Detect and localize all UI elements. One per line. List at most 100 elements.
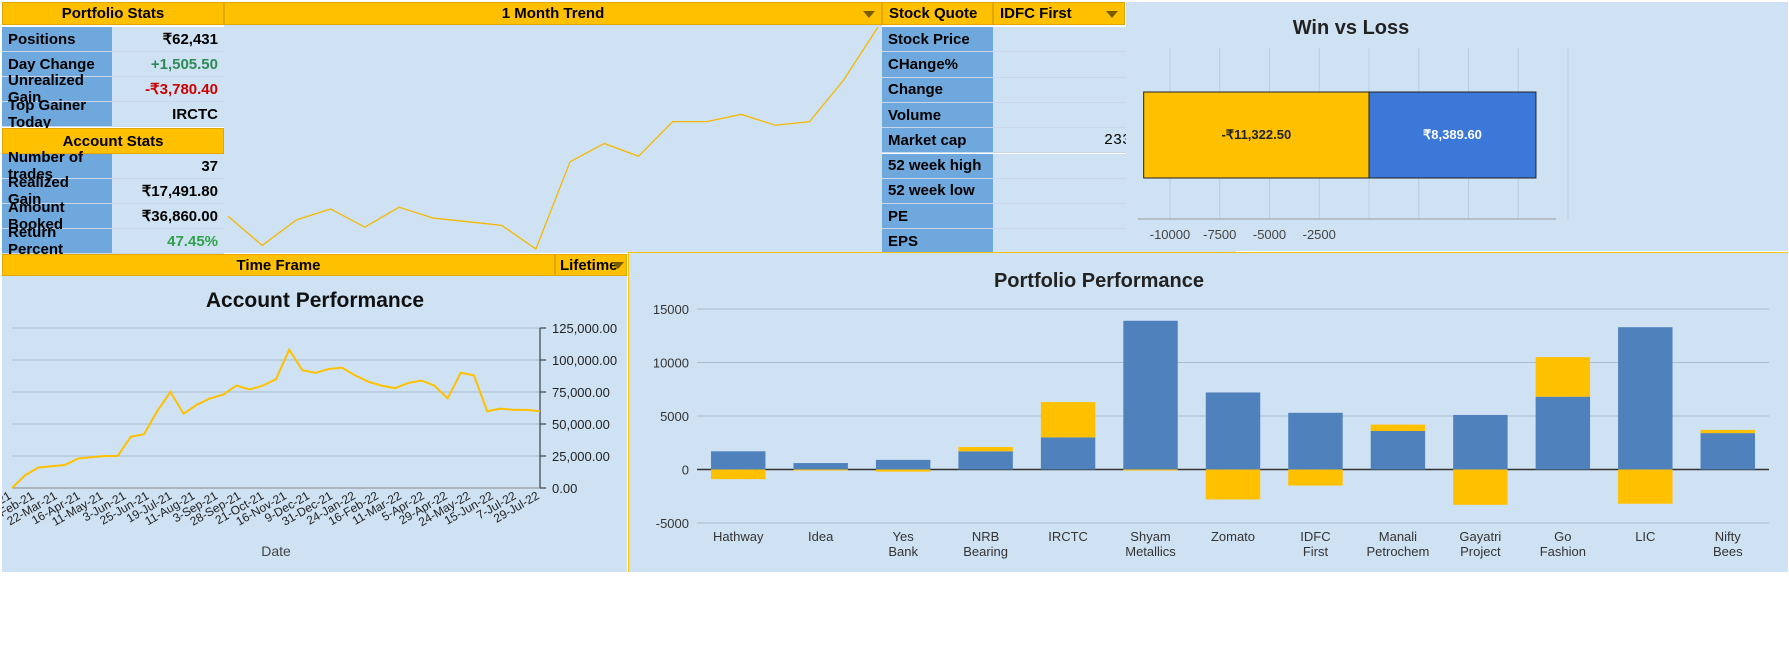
stat-label: EPS: [882, 229, 993, 255]
y-tick-label: 15000: [653, 302, 689, 317]
time-frame-label: Time Frame: [2, 254, 555, 276]
bar: [1370, 424, 1426, 431]
bar: [1535, 396, 1591, 470]
stock-select[interactable]: IDFC First: [993, 2, 1125, 25]
portfolio-stats-header: Portfolio Stats: [2, 2, 224, 25]
account-performance-panel: Account Performance Date 125,000.00 100,0…: [0, 276, 627, 572]
bar: [793, 463, 848, 470]
win-loss-panel: Win vs Loss -₹11,322.50 ₹8,389.60 -10000 -7…: [1126, 2, 1788, 251]
stat-label: Stock Price: [882, 27, 993, 53]
trend-chart: [227, 26, 879, 251]
bar: [958, 447, 1013, 452]
stat-value: IRCTC: [112, 102, 224, 127]
x-tick-label: Go Fashion: [1540, 529, 1586, 559]
bar: [1618, 469, 1673, 504]
stock-quote-header: Stock Quote: [882, 2, 993, 25]
bar: [875, 469, 931, 472]
bar: [711, 469, 766, 480]
portfolio-performance-title: Portfolio Performance: [994, 270, 1204, 292]
bar: [1370, 430, 1426, 470]
portfolio-performance-chart: Portfolio Performance 15000 10000 5000 0 -50…: [653, 270, 1769, 559]
stat-label: Market cap: [882, 128, 993, 154]
y-tick-label: 0: [682, 463, 689, 478]
stat-label: Top Gainer Today: [2, 97, 112, 131]
stat-value: +1,505.50: [112, 52, 224, 77]
x-tick-label: Idea: [808, 529, 834, 544]
stat-label: Return Percent: [2, 224, 112, 258]
dropdown-arrow-icon[interactable]: [863, 10, 875, 18]
y-tick-label: 10000: [653, 356, 689, 371]
win-label: ₹8,389.60: [1423, 127, 1482, 142]
bar: [1205, 469, 1261, 500]
x-tick-label: LIC: [1635, 529, 1655, 544]
stat-value: 37: [112, 154, 224, 179]
loss-label: -₹11,322.50: [1221, 127, 1291, 142]
bar: [1040, 437, 1096, 470]
bar: [1123, 320, 1178, 470]
x-tick-label: Manali Petrochem: [1366, 529, 1429, 559]
chevron-down-icon[interactable]: [1106, 10, 1118, 18]
bar: [1535, 357, 1591, 397]
y-tick-label: 125,000.00: [552, 321, 617, 336]
bar: [1288, 412, 1343, 470]
y-tick-label: 50,000.00: [552, 417, 610, 432]
trend-header[interactable]: 1 Month Trend: [224, 2, 882, 25]
trend-line: [227, 26, 879, 251]
stat-label: Volume: [882, 102, 993, 129]
y-tick-label: 25,000.00: [552, 449, 610, 464]
bar: [875, 459, 931, 470]
stat-value: ₹36,860.00: [112, 204, 224, 229]
stock-select-value: IDFC First: [1000, 5, 1072, 22]
stat-label: Change: [882, 77, 993, 103]
x-tick-label: Yes Bank: [888, 529, 918, 559]
stat-label: Positions: [2, 27, 112, 52]
x-tick-label: -7500: [1203, 227, 1236, 242]
bar: [1040, 402, 1096, 438]
x-tick-label: NRB Bearing: [963, 529, 1008, 559]
x-tick-label: Gayatri Project: [1459, 529, 1501, 559]
stat-label: 52 week high: [882, 153, 993, 179]
x-tick-label: IRCTC: [1048, 529, 1088, 544]
bar: [1700, 433, 1755, 470]
x-tick-label: -10000: [1150, 227, 1190, 242]
y-tick-label: 75,000.00: [552, 385, 610, 400]
y-tick-label: 100,000.00: [552, 353, 617, 368]
bar: [711, 451, 766, 470]
bar: [1123, 469, 1178, 471]
win-loss-chart: Win vs Loss -₹11,322.50 ₹8,389.60 -10000 -7…: [1138, 17, 1569, 242]
bar: [1618, 327, 1673, 470]
y-tick-label: -5000: [656, 516, 689, 531]
bar: [1453, 469, 1508, 505]
account-performance-chart: Account Performance Date 125,000.00 100,0…: [0, 289, 617, 559]
chevron-down-icon[interactable]: [612, 262, 624, 269]
stat-label: PE: [882, 204, 993, 230]
x-tick-label: Hathway: [713, 529, 764, 544]
y-tick-label: 5000: [660, 409, 689, 424]
x-tick-label: Zomato: [1211, 529, 1255, 544]
bar: [793, 469, 848, 471]
time-frame-select[interactable]: Lifetime: [555, 254, 627, 276]
x-tick-label: IDFC First: [1300, 529, 1330, 559]
x-tick-label: -5000: [1253, 227, 1286, 242]
y-tick-label: 0.00: [552, 481, 577, 496]
x-tick-label: Shyam Metallics: [1125, 529, 1176, 559]
bar: [958, 451, 1013, 470]
bar: [1288, 469, 1343, 486]
portfolio-performance-panel: Portfolio Performance 15000 10000 5000 0 -50…: [628, 252, 1788, 572]
account-performance-xlabel: Date: [261, 543, 291, 559]
bar: [1205, 392, 1261, 470]
trend-chart-panel: [224, 25, 882, 253]
time-frame-value: Lifetime: [560, 256, 618, 274]
stat-value: ₹62,431: [112, 27, 224, 52]
stat-value: ₹17,491.80: [112, 179, 224, 204]
stat-value: 47.45%: [112, 229, 224, 254]
x-tick-label: -2500: [1303, 227, 1336, 242]
account-performance-title: Account Performance: [206, 289, 424, 312]
win-loss-title: Win vs Loss: [1293, 17, 1410, 39]
bar: [1700, 429, 1755, 434]
stat-label: CHange%: [882, 52, 993, 78]
x-tick-label: Nifty Bees: [1713, 529, 1743, 559]
stat-value: -₹3,780.40: [112, 77, 224, 102]
series-line: [11, 347, 541, 489]
stat-label: 52 week low: [882, 178, 993, 205]
